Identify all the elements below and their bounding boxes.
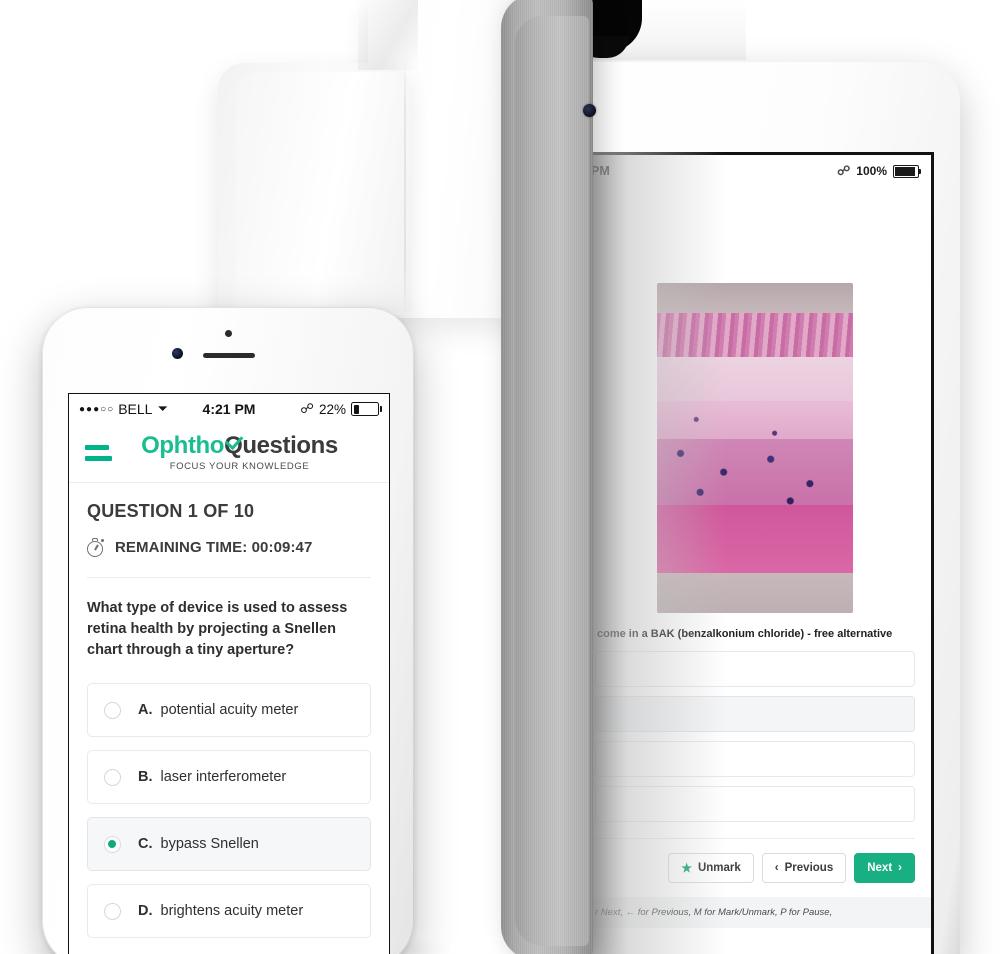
answer-option-b[interactable]: B. laser interferometer xyxy=(87,750,371,805)
battery-icon xyxy=(351,402,382,416)
previous-button-label: Previous xyxy=(784,862,834,875)
remaining-time-row: REMAINING TIME: 00:09:47 xyxy=(87,538,371,557)
remaining-time-label: REMAINING TIME: 00:09:47 xyxy=(115,539,313,556)
signal-strength-icon: ●●●○○ xyxy=(79,403,115,415)
battery-percent: 22% xyxy=(318,401,346,417)
gray-tablet-camera-icon xyxy=(583,104,596,117)
option-label: brightens acuity meter xyxy=(160,903,304,920)
phone-screen: ●●●○○ BELL ⏷ 4:21 PM ☍ 22% Ophtho Questi… xyxy=(68,393,390,954)
earpiece-speaker-icon xyxy=(203,353,255,358)
answer-option-c[interactable]: C. bypass Snellen xyxy=(87,817,371,872)
option-letter: C. xyxy=(138,836,153,853)
chevron-right-icon: › xyxy=(898,862,902,875)
background-device-seam xyxy=(404,55,406,317)
app-logo: Ophtho Questions FOCUS YOUR KNOWLEDGE xyxy=(106,430,373,472)
chevron-left-icon: ‹ xyxy=(774,862,779,875)
phone-status-bar: ●●●○○ BELL ⏷ 4:21 PM ☍ 22% xyxy=(69,394,389,424)
radio-button[interactable] xyxy=(104,701,121,719)
carrier-label: BELL xyxy=(118,401,153,417)
logo-wordmark: Ophtho Questions xyxy=(141,430,338,459)
bluetooth-icon: ☍ xyxy=(837,163,851,178)
proximity-sensor-icon xyxy=(225,330,232,337)
logo-questions-rest: uestions xyxy=(242,432,338,459)
question-panel: QUESTION 1 OF 10 REMAINING TIME: 00:09:4… xyxy=(69,501,389,939)
radio-button[interactable] xyxy=(104,835,121,853)
tablet-option-row[interactable] xyxy=(595,696,915,733)
stopwatch-icon xyxy=(87,538,106,557)
header-divider xyxy=(87,577,371,578)
logo-part-ophtho: Ophtho xyxy=(141,432,225,459)
next-button-label: Next xyxy=(867,862,893,875)
answer-options-list: A. potential acuity meter B. laser inter… xyxy=(87,683,371,939)
previous-button[interactable]: ‹ Previous xyxy=(761,853,847,884)
screenshot-stage: PM ☍ 100% come in a BAK (benzalkonium ch… xyxy=(0,0,1007,954)
tablet-option-row[interactable] xyxy=(595,651,915,688)
tablet-status-right: ☍ 100% xyxy=(837,163,921,179)
gray-tablet-texture xyxy=(501,0,593,954)
histology-slide-image xyxy=(657,283,853,613)
front-camera-icon xyxy=(172,348,183,359)
option-label: potential acuity meter xyxy=(160,702,299,719)
question-text: What type of device is used to assess re… xyxy=(87,600,348,659)
next-button[interactable]: Next › xyxy=(854,853,915,884)
tablet-keyboard-hint: r Next, ← for Previous, M for Mark/Unmar… xyxy=(579,897,931,929)
tablet-option-row[interactable] xyxy=(595,786,915,823)
tablet-content: come in a BAK (benzalkonium chloride) - … xyxy=(579,283,931,929)
bluetooth-icon: ☍ xyxy=(300,401,314,416)
unmark-button-label: Unmark xyxy=(697,862,741,875)
star-icon: ★ xyxy=(681,861,692,876)
tablet-option-row[interactable] xyxy=(595,741,915,778)
question-counter: QUESTION 1 OF 10 xyxy=(87,501,255,521)
background-white-device-inner-panel xyxy=(236,72,411,312)
phone-status-right: ☍ 22% xyxy=(300,401,382,417)
option-letter: B. xyxy=(138,769,153,786)
tablet-action-bar: ★ Unmark ‹ Previous Next › xyxy=(595,838,915,884)
tablet-status-time: PM xyxy=(591,164,610,178)
option-letter: D. xyxy=(138,903,153,920)
background-device-highlight xyxy=(358,0,418,70)
battery-icon xyxy=(893,164,921,178)
answer-option-a[interactable]: A. potential acuity meter xyxy=(87,683,371,738)
radio-button[interactable] xyxy=(104,768,121,786)
tablet-screen: PM ☍ 100% come in a BAK (benzalkonium ch… xyxy=(576,152,934,954)
logo-tagline: FOCUS YOUR KNOWLEDGE xyxy=(169,461,310,472)
tablet-status-bar: PM ☍ 100% xyxy=(579,155,931,187)
wifi-icon: ⏷ xyxy=(157,401,168,416)
tablet-question-text: come in a BAK (benzalkonium chloride) - … xyxy=(597,628,893,640)
unmark-button[interactable]: ★ Unmark xyxy=(668,853,754,884)
radio-button[interactable] xyxy=(104,902,121,920)
app-header: Ophtho Questions FOCUS YOUR KNOWLEDGE xyxy=(69,424,389,483)
option-letter: A. xyxy=(138,702,153,719)
answer-option-d[interactable]: D. brightens acuity meter xyxy=(87,884,371,939)
option-label: laser interferometer xyxy=(160,769,287,786)
tablet-battery-percent: 100% xyxy=(856,164,887,178)
option-label: bypass Snellen xyxy=(160,836,259,853)
logo-part-questions: Questions xyxy=(224,430,338,459)
